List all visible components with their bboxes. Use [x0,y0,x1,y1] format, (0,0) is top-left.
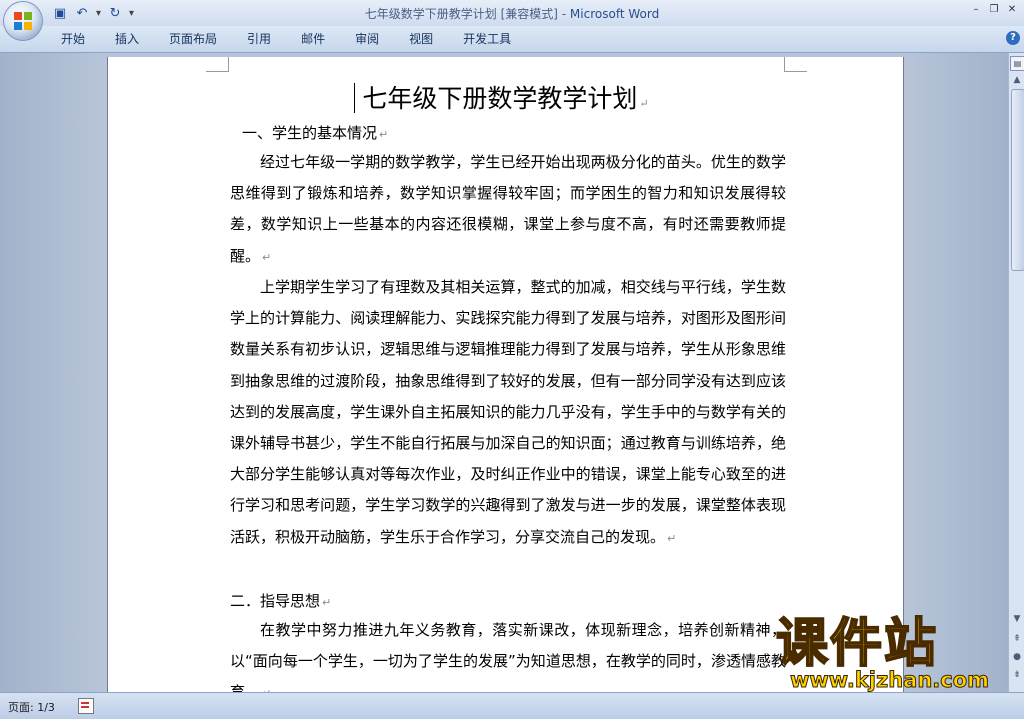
status-bar: 页面: 1/3 [0,692,1024,719]
vertical-scrollbar[interactable]: ▤ ▲ ▼ ⇞ ● ⇟ [1008,53,1024,692]
ribbon: 开始 插入 页面布局 引用 邮件 审阅 视图 开发工具 ? [0,26,1024,53]
proofing-icon[interactable] [78,698,94,714]
office-logo-icon [14,12,32,30]
tab-home[interactable]: 开始 [46,26,100,52]
tab-view[interactable]: 视图 [394,26,448,52]
watermark-logo-text: 课件站 [775,613,939,675]
section-heading-text: 二．指导思想 [230,592,321,610]
paragraph-1[interactable]: 经过七年级一学期的数学教学，学生已经开始出现两极分化的苗头。优生的数学思维得到了… [230,147,786,273]
paragraph-mark-icon: ↵ [667,531,677,545]
tab-page-layout[interactable]: 页面布局 [154,26,232,52]
office-button[interactable] [4,2,42,40]
window-controls: – ❐ ✕ [968,2,1020,16]
scrollbar-thumb[interactable] [1011,89,1024,271]
app-name: Microsoft Word [569,7,660,21]
page-count[interactable]: 页面: 1/3 [8,699,55,715]
restore-icon[interactable]: ❐ [986,2,1002,16]
paragraph-mark-icon: ↵ [639,97,649,110]
crop-mark [206,57,229,72]
section-heading-1[interactable]: 一、学生的基本情况 ↵ [242,123,388,145]
scroll-up-icon[interactable]: ▲ [1010,73,1024,87]
previous-page-icon[interactable]: ⇞ [1011,633,1023,645]
minimize-icon[interactable]: – [968,2,984,16]
watermark-url: www.kjzhan.com [789,668,990,693]
section-heading-2[interactable]: 二．指导思想 ↵ [230,591,331,613]
paragraph-mark-icon: ↵ [379,128,389,141]
tab-mailings[interactable]: 邮件 [286,26,340,52]
paragraph-text: 经过七年级一学期的数学教学，学生已经开始出现两极分化的苗头。优生的数学思维得到了… [230,153,786,265]
tab-insert[interactable]: 插入 [100,26,154,52]
paragraph-3[interactable]: 在教学中努力推进九年义务教育，落实新课改，体现新理念，培养创新精神，以“面向每一… [230,615,786,692]
paragraph-mark-icon: ↵ [262,250,272,264]
next-page-icon[interactable]: ⇟ [1011,669,1023,681]
scroll-down-icon[interactable]: ▼ [1011,613,1023,625]
tab-review[interactable]: 审阅 [340,26,394,52]
help-icon[interactable]: ? [1006,31,1020,45]
document-name: 七年级数学下册教学计划 [兼容模式] - [364,7,570,21]
crop-mark [784,57,807,72]
close-icon[interactable]: ✕ [1004,2,1020,16]
paragraph-text: 在教学中努力推进九年义务教育，落实新课改，体现新理念，培养创新精神，以“面向每一… [230,621,786,692]
document-page[interactable]: 七年级下册数学教学计划 ↵ 一、学生的基本情况 ↵ 经过七年级一学期的数学教学，学生… [108,57,903,692]
document-title[interactable]: 七年级下册数学教学计划 ↵ [108,79,903,115]
document-title-text: 七年级下册数学教学计划 [362,84,638,113]
window-title: 七年级数学下册教学计划 [兼容模式] - Microsoft Word [0,5,1024,22]
ribbon-tabs: 开始 插入 页面布局 引用 邮件 审阅 视图 开发工具 [46,26,526,52]
title-bar: ▣ ↶ ▾ ↻ ▾ 七年级数学下册教学计划 [兼容模式] - Microsoft… [0,0,1024,26]
section-heading-text: 一、学生的基本情况 [242,124,378,142]
tab-developer[interactable]: 开发工具 [448,26,526,52]
browse-object-icon[interactable]: ● [1011,651,1023,663]
paragraph-mark-icon: ↵ [322,596,332,609]
view-ruler-icon[interactable]: ▤ [1010,56,1024,71]
tab-references[interactable]: 引用 [232,26,286,52]
paragraph-2[interactable]: 上学期学生学习了有理数及其相关运算，整式的加减，相交线与平行线，学生数学上的计算… [230,272,786,554]
paragraph-text: 上学期学生学习了有理数及其相关运算，整式的加减，相交线与平行线，学生数学上的计算… [230,278,786,546]
document-workspace: 七年级下册数学教学计划 ↵ 一、学生的基本情况 ↵ 经过七年级一学期的数学教学，学生… [0,53,1008,692]
